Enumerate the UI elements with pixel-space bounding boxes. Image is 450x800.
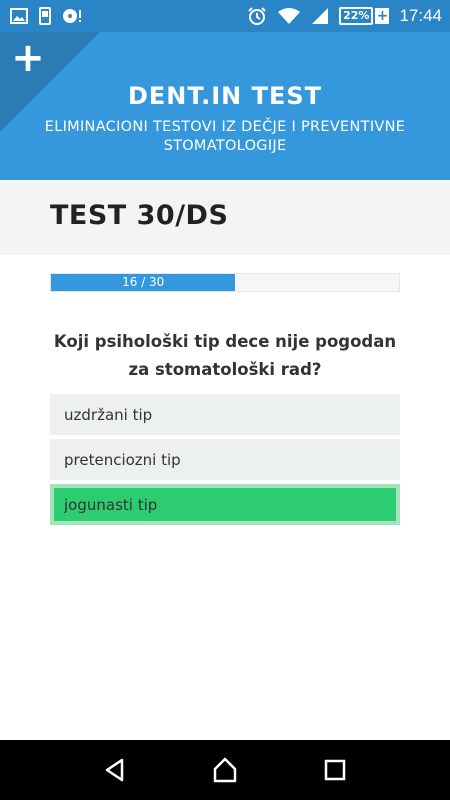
answer-label: pretenciozni tip (64, 450, 181, 469)
status-right: 22% + 17:44 (247, 6, 442, 26)
home-button[interactable] (205, 750, 245, 790)
back-button[interactable] (95, 750, 135, 790)
app-title: DENT.IN TEST (127, 82, 323, 110)
alarm-icon (247, 6, 267, 26)
status-bar: 22% + 17:44 (0, 0, 450, 32)
answer-option[interactable]: pretenciozni tip (50, 439, 400, 480)
battery-indicator: 22% + (339, 7, 390, 25)
battery-charging-icon: + (375, 8, 390, 24)
answer-option[interactable]: uzdržani tip (50, 394, 400, 435)
back-icon (105, 758, 124, 782)
test-title: TEST 30/DS (50, 200, 229, 231)
phone-icon (38, 7, 52, 25)
answer-list: uzdržani tip pretenciozni tip jogunasti … (50, 394, 400, 529)
app-subtitle: ELIMINACIONI TESTOVI IZ DEČJE I PREVENTI… (44, 119, 406, 154)
image-icon (10, 8, 28, 24)
answer-label: jogunasti tip (64, 495, 158, 514)
status-left (10, 7, 82, 25)
progress-bar: 16 / 30 (50, 273, 400, 292)
battery-percent: 22% (339, 7, 374, 25)
test-title-band: TEST 30/DS (0, 180, 450, 255)
wifi-icon (277, 7, 301, 25)
recents-icon (324, 759, 346, 781)
clock: 17:44 (399, 6, 442, 25)
disc-icon (62, 7, 82, 25)
app-header: + DENT.IN TEST ELIMINACIONI TESTOVI IZ D… (0, 32, 450, 180)
answer-option-correct[interactable]: jogunasti tip (50, 484, 400, 525)
navigation-bar (0, 740, 450, 800)
home-icon (213, 757, 237, 783)
progress-label: 16 / 30 (122, 275, 165, 289)
recents-button[interactable] (315, 750, 355, 790)
plus-icon[interactable]: + (8, 36, 48, 80)
answer-label: uzdržani tip (64, 405, 153, 424)
signal-icon (311, 7, 329, 25)
question-text: Koji psihološki tip dece nije pogodan za… (53, 332, 397, 379)
